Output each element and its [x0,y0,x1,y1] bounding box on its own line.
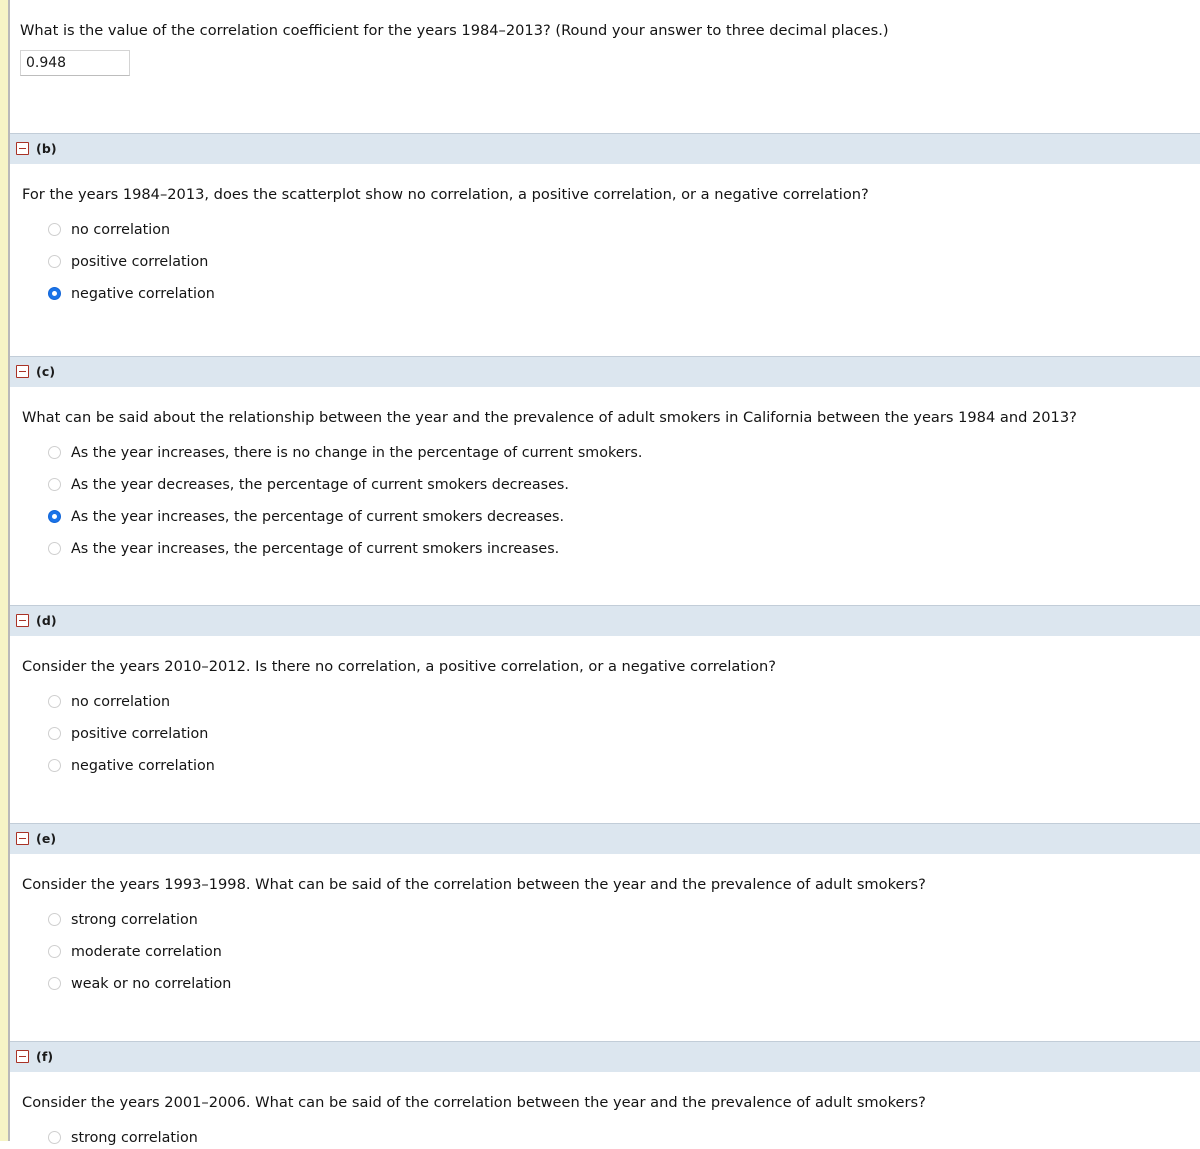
section-body-f: Consider the years 2001–2006. What can b… [10,1071,1200,1149]
radio-button-icon[interactable] [48,223,61,237]
radio-group-b: no correlation positive correlation negati… [10,205,1200,310]
radio-option-e-3[interactable]: weak or no correlation [10,968,1200,1000]
radio-option-b-3[interactable]: negative correlation [10,278,1200,310]
radio-button-icon[interactable] [48,913,61,927]
radio-label: negative correlation [71,285,215,302]
section-label-c: (c) [36,364,56,380]
radio-option-c-3[interactable]: As the year increases, the percentage of… [10,501,1200,533]
section-spacer-c [10,565,1200,605]
radio-button-selected-icon[interactable] [48,287,61,301]
section-label-e: (e) [36,831,57,847]
question-text-d: Consider the years 2010–2012. Is there n… [22,657,777,675]
radio-button-icon[interactable] [48,1131,61,1145]
collapse-toggle-icon[interactable] [16,832,29,846]
section-header-f[interactable]: (f) [10,1040,1200,1072]
radio-option-b-2[interactable]: positive correlation [10,246,1200,278]
radio-group-d: no correlation positive correlation negati… [10,677,1200,782]
section-body-b: For the years 1984–2013, does the scatte… [10,163,1200,356]
radio-option-c-2[interactable]: As the year decreases, the percentage of… [10,469,1200,501]
section-label-d: (d) [36,613,57,629]
radio-option-e-1[interactable]: strong correlation [10,904,1200,936]
part-a-block: What is the value of the correlation coe… [10,0,1200,133]
section-body-d: Consider the years 2010–2012. Is there n… [10,635,1200,823]
radio-label: moderate correlation [71,943,222,960]
radio-button-icon[interactable] [48,478,61,492]
radio-label: strong correlation [71,1129,198,1146]
part-a-question: What is the value of the correlation coe… [20,22,889,39]
radio-option-f-1[interactable]: strong correlation [10,1122,1200,1149]
correlation-coefficient-input[interactable] [20,49,130,76]
radio-option-d-1[interactable]: no correlation [10,686,1200,718]
radio-group-f: strong correlationweak or no correlation… [10,1113,1200,1149]
radio-label: As the year decreases, the percentage of… [71,476,569,493]
sections-root: (b) For the years 1984–2013, does the sca… [10,132,1200,1149]
radio-label: strong correlation [71,911,198,928]
section-header-e[interactable]: (e) [10,822,1200,854]
left-accent-bar [0,0,8,1141]
question-text-f: Consider the years 2001–2006. What can b… [22,1093,926,1111]
section-e: (e) Consider the years 1993–1998. What ca… [10,822,1200,1041]
section-spacer-d [10,782,1200,823]
collapse-toggle-icon[interactable] [16,1050,29,1064]
radio-option-d-2[interactable]: positive correlation [10,718,1200,750]
section-c: (c) What can be said about the relationsh… [10,355,1200,605]
radio-option-b-1[interactable]: no correlation [10,214,1200,246]
homework-page: What is the value of the correlation coe… [0,0,1200,1149]
left-divider-rule [8,0,10,1141]
question-text-e: Consider the years 1993–1998. What can b… [22,875,926,893]
part-a-body: What is the value of the correlation coe… [10,0,1200,133]
question-text-c: What can be said about the relationship … [22,408,1077,426]
section-body-c: What can be said about the relationship … [10,386,1200,605]
section-label-b: (b) [36,141,57,157]
section-body-e: Consider the years 1993–1998. What can b… [10,853,1200,1041]
question-text-b: For the years 1984–2013, does the scatte… [22,185,869,203]
part-a-spacer [10,76,1200,133]
radio-button-selected-icon[interactable] [48,510,61,524]
radio-group-e: strong correlation moderate correlation we… [10,895,1200,1000]
radio-option-e-2[interactable]: moderate correlation [10,936,1200,968]
radio-option-c-4[interactable]: As the year increases, the percentage of… [10,533,1200,565]
collapse-toggle-icon[interactable] [16,614,29,628]
radio-button-icon[interactable] [48,255,61,269]
section-b: (b) For the years 1984–2013, does the sca… [10,132,1200,356]
radio-label: weak or no correlation [71,975,232,992]
radio-button-icon[interactable] [48,542,61,556]
radio-button-icon[interactable] [48,977,61,991]
radio-button-icon[interactable] [48,446,61,460]
radio-button-icon[interactable] [48,759,61,773]
radio-label: no correlation [71,221,171,238]
radio-button-icon[interactable] [48,695,61,709]
radio-label: As the year increases, there is no chang… [71,444,643,461]
radio-group-c: As the year increases, there is no chang… [10,428,1200,565]
section-header-b[interactable]: (b) [10,132,1200,164]
collapse-toggle-icon[interactable] [16,365,29,379]
section-f: (f) Consider the years 2001–2006. What ca… [10,1040,1200,1149]
radio-option-d-3[interactable]: negative correlation [10,750,1200,782]
radio-label: positive correlation [71,253,209,270]
radio-button-icon[interactable] [48,727,61,741]
collapse-toggle-icon[interactable] [16,142,29,156]
radio-label: no correlation [71,693,171,710]
part-a-answer-row [10,41,1200,76]
radio-label: positive correlation [71,725,209,742]
radio-option-c-1[interactable]: As the year increases, there is no chang… [10,437,1200,469]
radio-label: negative correlation [71,757,215,774]
radio-label: As the year increases, the percentage of… [71,508,565,525]
content-column: What is the value of the correlation coe… [10,0,1200,1149]
section-header-d[interactable]: (d) [10,604,1200,636]
radio-label: As the year increases, the percentage of… [71,540,560,557]
section-d: (d) Consider the years 2010–2012. Is ther… [10,604,1200,823]
section-header-c[interactable]: (c) [10,355,1200,387]
section-spacer-b [10,310,1200,356]
section-spacer-e [10,1000,1200,1041]
radio-button-icon[interactable] [48,945,61,959]
section-label-f: (f) [36,1049,54,1065]
